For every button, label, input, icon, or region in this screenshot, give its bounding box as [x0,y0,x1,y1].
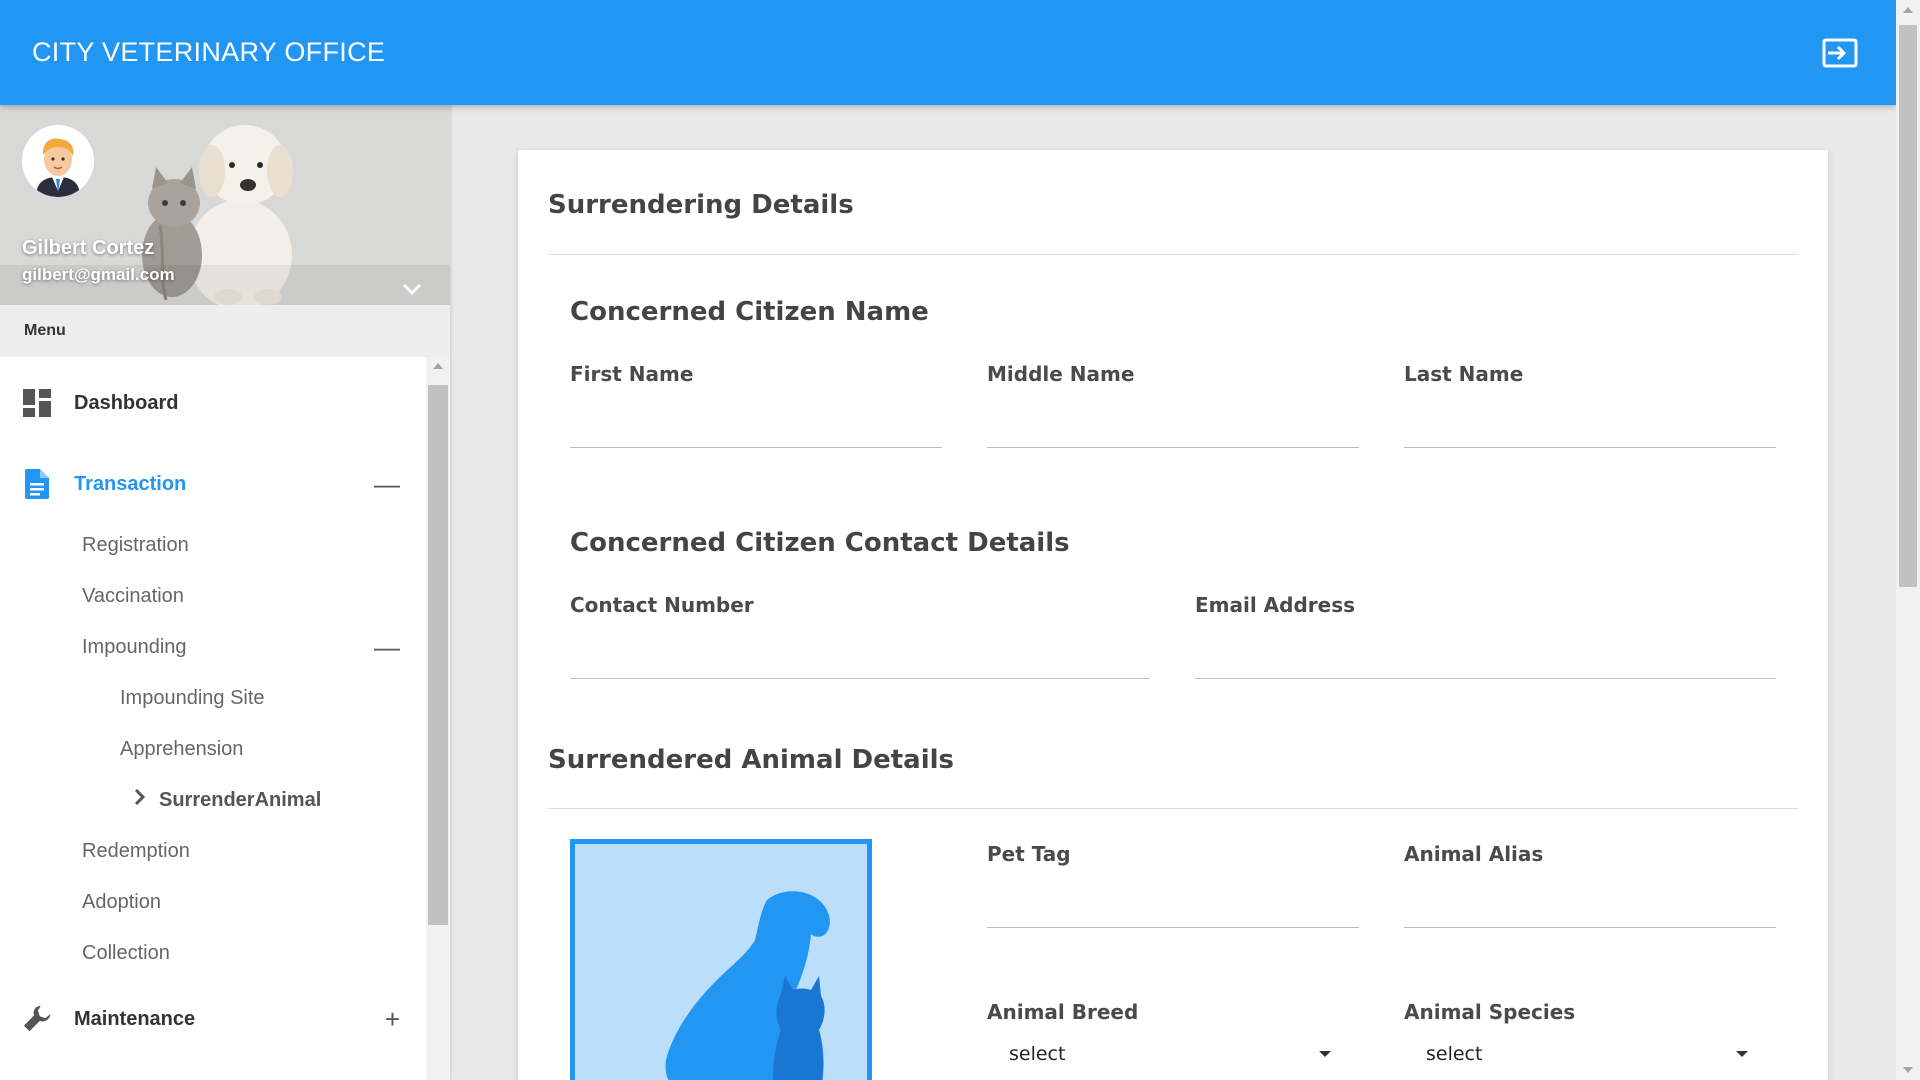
nav-surrender-animal[interactable]: SurrenderAnimal [0,780,426,820]
collapse-toggle[interactable]: — [374,469,400,500]
nav-adoption[interactable]: Adoption [0,882,426,922]
nav-collection-label: Collection [82,941,170,964]
last-name-field[interactable] [1404,412,1776,448]
nav-surrender-animal-label: SurrenderAnimal [159,788,322,811]
contact-number-label: Contact Number [570,593,754,617]
email-label: Email Address [1195,593,1356,617]
title-divider [548,254,1798,255]
logout-icon [1822,38,1858,67]
surrender-form-card: Surrendering Details Concerned Citizen N… [518,150,1828,1080]
nav-adoption-label: Adoption [82,890,161,913]
nav-vaccination[interactable]: Vaccination [0,576,426,616]
menu-list: Dashboard Transaction — Registration Vac… [0,357,450,1080]
nav-maintenance[interactable]: Maintenance + [0,993,426,1045]
avatar [22,125,94,197]
nav-dashboard[interactable]: Dashboard [0,377,426,429]
animal-species-label: Animal Species [1404,1000,1576,1024]
caret-down-icon [1736,1051,1748,1057]
pet-tag-field[interactable] [987,892,1359,928]
menu-header: Menu [0,305,450,357]
top-app-bar: CITY VETERINARY OFFICE [0,0,1896,105]
user-email: gilbert@gmail.com [22,265,175,284]
scroll-up-icon[interactable] [1903,7,1913,13]
dashboard-icon [22,388,52,418]
first-name-label: First Name [570,362,694,386]
animal-species-select[interactable]: select [1404,1034,1776,1074]
animal-breed-select[interactable]: select [987,1034,1359,1074]
user-info-panel: Gilbert Cortez gilbert@gmail.com [0,105,450,305]
nav-vaccination-label: Vaccination [82,584,184,607]
document-icon [22,469,52,499]
form-title: Surrendering Details [548,190,854,220]
animal-alias-field[interactable] [1404,892,1776,928]
nav-redemption[interactable]: Redemption [0,831,426,871]
expand-toggle[interactable]: + [385,1004,400,1035]
page-scroll-thumb[interactable] [1899,25,1917,587]
nav-impounding-site[interactable]: Impounding Site [0,678,426,718]
user-menu-toggle[interactable] [398,277,426,301]
last-name-label: Last Name [1404,362,1524,386]
pet-tag-label: Pet Tag [987,842,1071,866]
animal-breed-label: Animal Breed [987,1000,1139,1024]
impounding-collapse-toggle[interactable]: — [374,632,400,663]
sidebar-scrollbar[interactable] [426,357,450,1080]
scroll-down-icon[interactable] [1903,1067,1913,1073]
contact-number-field[interactable] [570,643,1150,679]
nav-impounding-site-label: Impounding Site [120,686,265,709]
contact-heading: Concerned Citizen Contact Details [570,528,1070,558]
wrench-icon [22,1004,52,1034]
middle-name-label: Middle Name [987,362,1135,386]
nav-redemption-label: Redemption [82,839,190,862]
animal-breed-selected: select [1009,1043,1066,1065]
nav-transaction-label: Transaction [74,472,187,495]
animal-species-selected: select [1426,1043,1483,1065]
citizen-name-heading: Concerned Citizen Name [570,297,929,327]
pet-silhouette-icon [665,891,830,1080]
nav-impounding[interactable]: Impounding — [0,627,426,667]
app-title: CITY VETERINARY OFFICE [32,37,386,67]
chevron-down-icon [403,284,421,295]
sidebar: Gilbert Cortez gilbert@gmail.com Menu Da… [0,105,450,1080]
middle-name-field[interactable] [987,412,1359,448]
nav-apprehension-label: Apprehension [120,737,244,760]
nav-registration[interactable]: Registration [0,525,426,565]
nav-impounding-label: Impounding [82,635,187,658]
nav-registration-label: Registration [82,533,189,556]
user-name: Gilbert Cortez [22,237,155,259]
nav-maintenance-label: Maintenance [74,1007,196,1030]
animal-photo[interactable] [570,839,872,1080]
first-name-field[interactable] [570,412,942,448]
animal-alias-label: Animal Alias [1404,842,1544,866]
caret-down-icon [1319,1051,1331,1057]
page-scrollbar[interactable] [1896,0,1920,1080]
nav-apprehension[interactable]: Apprehension [0,729,426,769]
animal-divider [548,808,1798,809]
user-avatar-icon [22,125,94,197]
animal-heading: Surrendered Animal Details [548,745,955,775]
logout-button[interactable] [1818,31,1862,75]
chevron-right-icon [134,788,146,812]
scroll-up-icon[interactable] [433,363,443,369]
email-field[interactable] [1195,643,1776,679]
sidebar-scroll-thumb[interactable] [428,385,448,925]
nav-dashboard-label: Dashboard [74,391,179,414]
nav-collection[interactable]: Collection [0,933,426,973]
nav-transaction[interactable]: Transaction — [0,458,426,510]
